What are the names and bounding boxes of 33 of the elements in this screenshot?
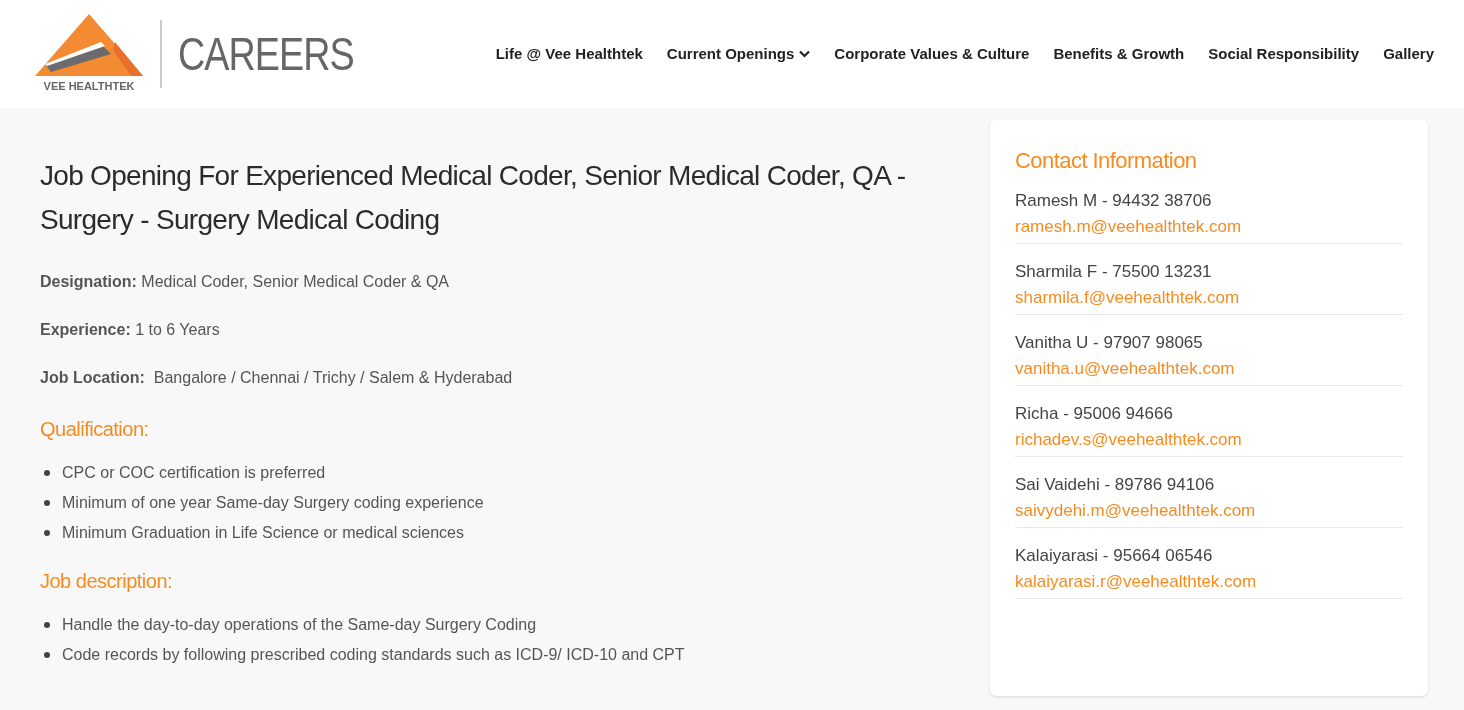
- list-item-text: Code records by following prescribed coding standards such as ICD-9/ ICD-10 and CPT: [62, 645, 685, 665]
- chevron-down-icon: [799, 50, 811, 58]
- contact-name: Vanitha U - 97907 98065: [1015, 332, 1204, 354]
- contact-name: Sharmila F - 75500 13231: [1015, 261, 1213, 283]
- bullet-icon: [44, 470, 50, 476]
- bullet-icon: [44, 500, 50, 506]
- nav-link[interactable]: Gallery: [1383, 42, 1434, 66]
- detail-line: Job Location: Bangalore / Chennai / Trichy / Salem & Hyderabad: [40, 368, 514, 388]
- detail-line: Designation: Medical Coder, Senior Medical Coder & QA: [40, 272, 451, 292]
- list-item-text: Minimum of one year Same-day Surgery coding experience: [62, 493, 484, 513]
- bullet-icon: [44, 652, 50, 658]
- brand-name: VEE HEALTHTEK: [43, 78, 135, 94]
- bullet-icon: [44, 530, 50, 536]
- section-heading: Job description:: [40, 569, 174, 594]
- contact-name: Richa - 95006 94666: [1015, 403, 1174, 425]
- list-item-text: Handle the day-to-day operations of the Same-day Surgery Coding: [62, 615, 537, 635]
- list-item-text: CPC or COC certification is preferred: [62, 463, 326, 483]
- contact-name: Ramesh M - 94432 38706: [1015, 190, 1213, 212]
- nav-link[interactable]: Social Responsibility: [1208, 42, 1360, 66]
- detail-line: Experience: 1 to 6 Years: [40, 320, 221, 340]
- contact-heading: Contact Information: [1015, 147, 1198, 175]
- contact-name: Sai Vaidehi - 89786 94106: [1015, 474, 1216, 496]
- job-title: Job Opening For Experienced Medical Coder, Senior Medical Coder, QA - Surgery - Surgery Medical Coding: [40, 159, 907, 237]
- nav-link[interactable]: Life @ Vee Healthtek: [495, 42, 643, 66]
- pyramid-logo-icon: [35, 13, 143, 76]
- contact-name: Kalaiyarasi - 95664 06546: [1015, 545, 1214, 567]
- section-heading: Qualification:: [40, 417, 150, 442]
- nav-link[interactable]: Benefits & Growth: [1053, 42, 1185, 66]
- careers-title: CAREERS: [178, 26, 354, 82]
- nav-link[interactable]: Current Openings: [666, 42, 811, 66]
- nav-link[interactable]: Corporate Values & Culture: [834, 42, 1030, 66]
- list-item-text: Minimum Graduation in Life Science or medical sciences: [62, 523, 464, 543]
- bullet-icon: [44, 622, 50, 628]
